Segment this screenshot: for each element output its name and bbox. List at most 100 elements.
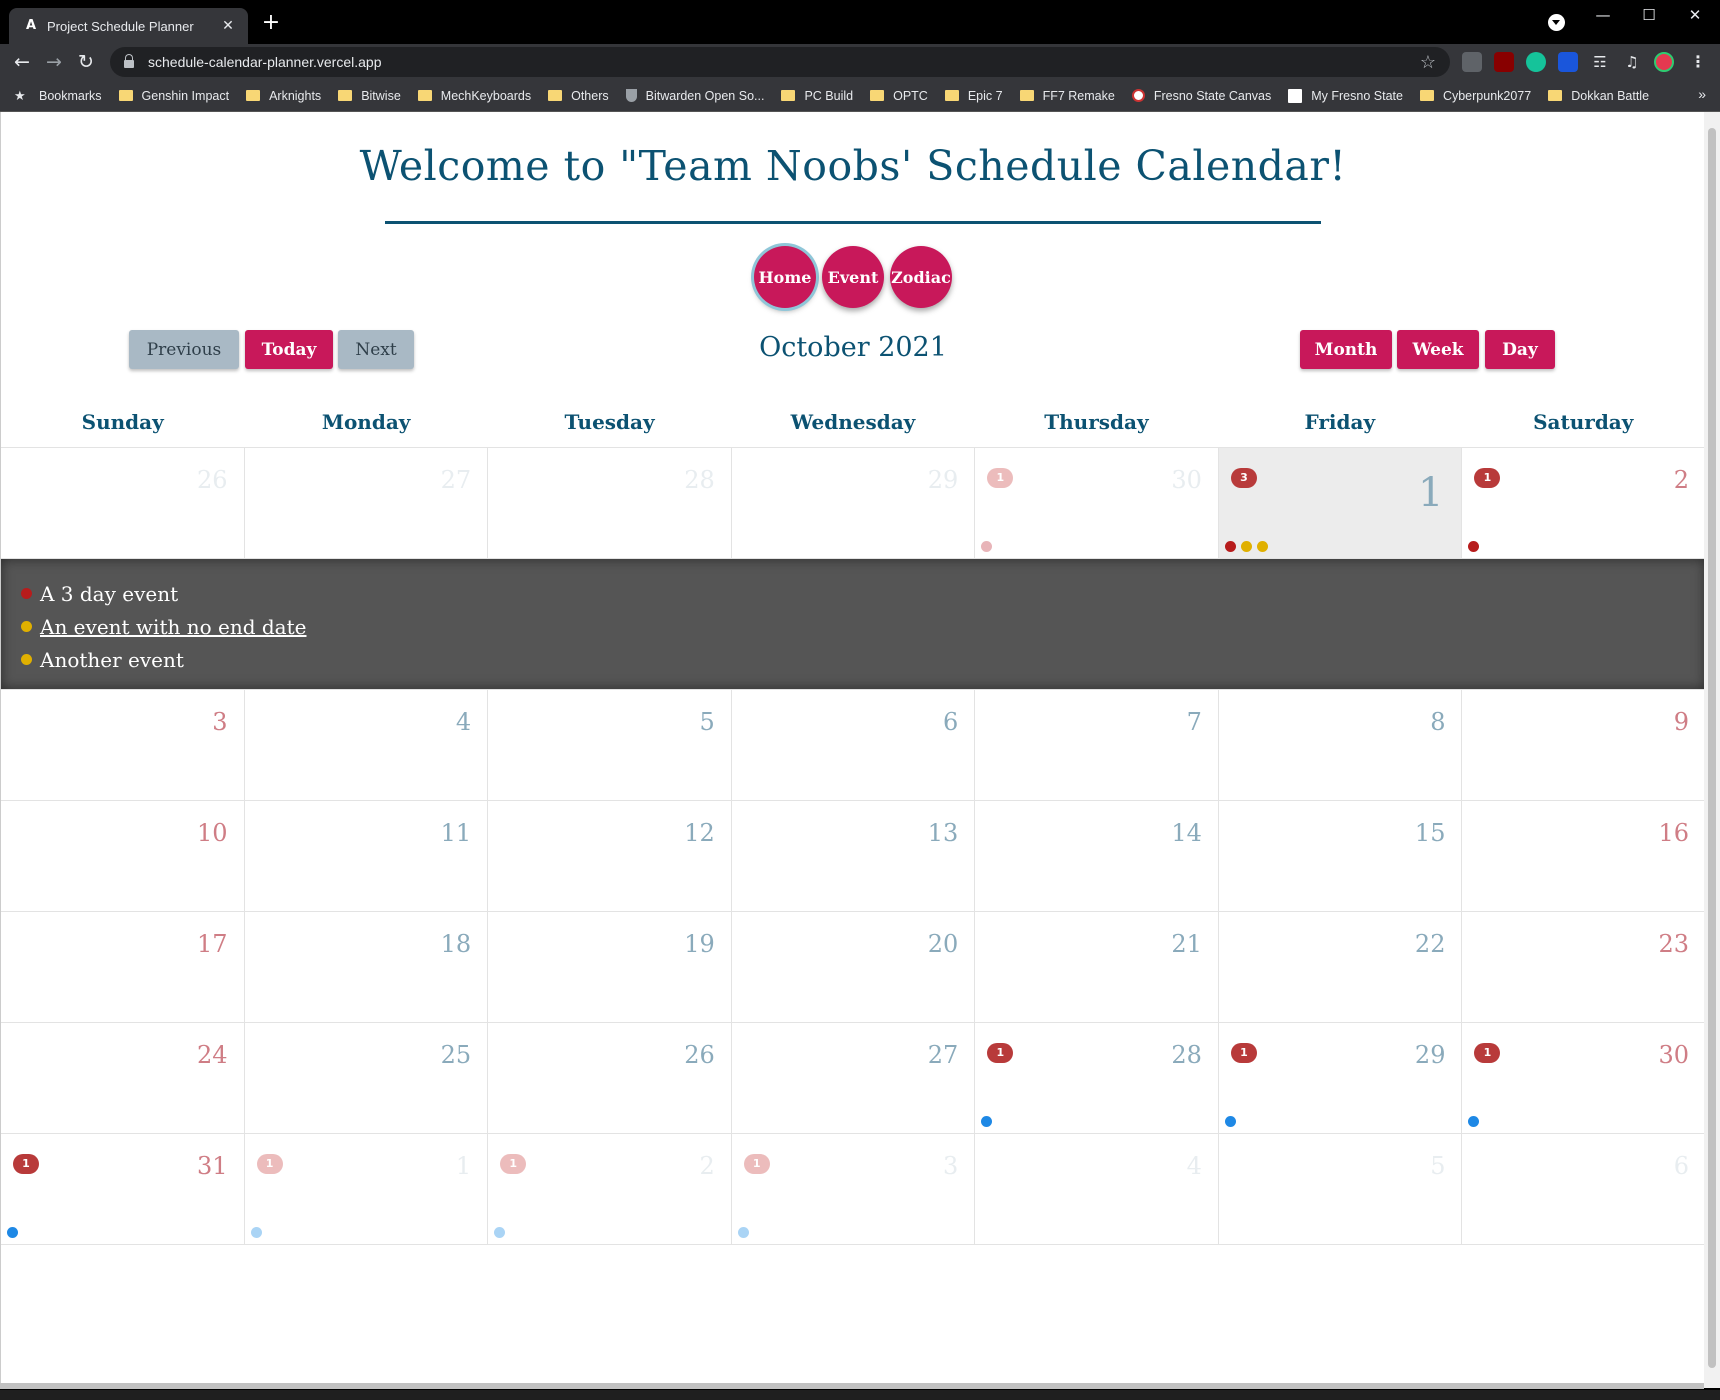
- horizontal-scrollbar[interactable]: [0, 1383, 1704, 1389]
- calendar-day-cell[interactable]: 8: [1219, 690, 1463, 800]
- bookmark-star-icon[interactable]: ☆: [1420, 52, 1436, 73]
- event-title[interactable]: A 3 day event: [40, 582, 178, 606]
- bookmark-item[interactable]: Cyberpunk2077: [1419, 89, 1531, 103]
- extension-icon[interactable]: [1462, 52, 1482, 72]
- back-icon[interactable]: ←: [9, 49, 35, 75]
- scrollbar-thumb[interactable]: [1708, 128, 1716, 1368]
- shield-icon: [625, 89, 637, 102]
- extension-icon[interactable]: [1558, 52, 1578, 72]
- event-item[interactable]: Another event: [21, 643, 1705, 676]
- event-title[interactable]: Another event: [40, 648, 184, 672]
- calendar-day-cell[interactable]: 27: [245, 448, 489, 558]
- calendar-day-cell[interactable]: 26: [1, 448, 245, 558]
- calendar-day-cell[interactable]: 19: [488, 912, 732, 1022]
- bookmark-item[interactable]: ★ Bookmarks: [14, 88, 102, 104]
- calendar-day-cell[interactable]: 31 1: [1, 1134, 245, 1244]
- calendar-day-cell[interactable]: 13: [732, 801, 976, 911]
- calendar-day-cell[interactable]: 9: [1462, 690, 1705, 800]
- calendar-day-cell[interactable]: 6: [1462, 1134, 1705, 1244]
- more-bookmarks-icon[interactable]: »: [1698, 86, 1706, 102]
- calendar-day-cell[interactable]: 23: [1462, 912, 1705, 1022]
- month-view-button[interactable]: Month: [1300, 330, 1392, 369]
- nav-zodiac-button[interactable]: Zodiac: [890, 246, 952, 308]
- menu-kebab-icon[interactable]: ⋮: [1688, 52, 1708, 72]
- calendar-day-cell[interactable]: 26: [488, 1023, 732, 1133]
- calendar-day-cell[interactable]: 7: [975, 690, 1219, 800]
- event-count-badge: 1: [1474, 468, 1501, 488]
- calendar-day-cell[interactable]: 31: [732, 1134, 976, 1244]
- calendar-day-cell[interactable]: 12: [488, 801, 732, 911]
- bookmark-item[interactable]: Genshin Impact: [118, 89, 229, 103]
- event-count-badge: 1: [500, 1154, 527, 1174]
- calendar-day-cell[interactable]: 22: [1219, 912, 1463, 1022]
- puzzle-extensions-icon[interactable]: ☶: [1590, 52, 1610, 72]
- bookmark-item[interactable]: OPTC: [870, 89, 928, 103]
- bookmark-item[interactable]: Bitwarden Open So...: [625, 89, 764, 103]
- event-item[interactable]: A 3 day event: [21, 577, 1705, 610]
- calendar-day-cell[interactable]: 28: [488, 448, 732, 558]
- day-number: 13: [927, 819, 959, 847]
- ublock-icon[interactable]: [1494, 52, 1514, 72]
- calendar-day-cell[interactable]: 30 1: [1462, 1023, 1705, 1133]
- calendar-day-cell[interactable]: 27: [732, 1023, 976, 1133]
- calendar-day-cell[interactable]: 24: [1, 1023, 245, 1133]
- bookmark-item[interactable]: Fresno State Canvas: [1131, 89, 1271, 103]
- new-tab-button[interactable]: +: [259, 12, 283, 36]
- calendar-day-cell[interactable]: 29 1: [1219, 1023, 1463, 1133]
- calendar-day-cell[interactable]: 3: [1, 690, 245, 800]
- bookmark-item[interactable]: Bitwise: [338, 89, 401, 103]
- calendar-day-cell[interactable]: 25: [245, 1023, 489, 1133]
- calendar-day-cell[interactable]: 15: [1219, 801, 1463, 911]
- bookmark-item[interactable]: FF7 Remake: [1019, 89, 1115, 103]
- nav-event-button[interactable]: Event: [822, 246, 884, 308]
- event-link[interactable]: An event with no end date: [40, 615, 306, 639]
- calendar-day-cell[interactable]: 14: [975, 801, 1219, 911]
- calendar-day-cell[interactable]: 21: [488, 1134, 732, 1244]
- calendar-day-cell[interactable]: 18: [245, 912, 489, 1022]
- bookmark-item[interactable]: Dokkan Battle: [1548, 89, 1649, 103]
- calendar-day-cell[interactable]: 11: [245, 801, 489, 911]
- calendar-week-row: 26 27 28 29 30 1 1 3 2 1: [1, 447, 1705, 558]
- calendar-day-cell[interactable]: 10: [1, 801, 245, 911]
- calendar-day-cell[interactable]: 6: [732, 690, 976, 800]
- bookmark-item[interactable]: MechKeyboards: [417, 89, 531, 103]
- reload-icon[interactable]: ↻: [73, 49, 99, 75]
- calendar-day-cell[interactable]: 28 1: [975, 1023, 1219, 1133]
- calendar-day-cell[interactable]: 5: [488, 690, 732, 800]
- close-tab-icon[interactable]: ✕: [218, 18, 238, 34]
- address-bar[interactable]: schedule-calendar-planner.vercel.app ☆: [110, 47, 1450, 77]
- browser-tab[interactable]: A Project Schedule Planner ✕: [9, 8, 248, 44]
- calendar-day-cell[interactable]: 4: [245, 690, 489, 800]
- bookmark-item[interactable]: Arknights: [246, 89, 321, 103]
- calendar-day-cell[interactable]: 17: [1, 912, 245, 1022]
- calendar-day-cell[interactable]: 30 1: [975, 448, 1219, 558]
- calendar-day-cell[interactable]: 21: [975, 912, 1219, 1022]
- calendar-day-cell[interactable]: 16: [1462, 801, 1705, 911]
- vertical-scrollbar[interactable]: [1704, 112, 1720, 1388]
- calendar-day-cell[interactable]: 20: [732, 912, 976, 1022]
- maximize-icon[interactable]: ☐: [1634, 6, 1664, 24]
- bookmark-item[interactable]: Epic 7: [944, 89, 1003, 103]
- nav-home-button[interactable]: Home: [754, 246, 816, 308]
- calendar-day-cell[interactable]: 21: [1462, 448, 1705, 558]
- calendar-day-cell[interactable]: 29: [732, 448, 976, 558]
- folder-icon: [944, 90, 959, 101]
- media-controls-icon[interactable]: ♫: [1622, 52, 1642, 72]
- week-view-button[interactable]: Week: [1397, 330, 1479, 369]
- bookmark-item[interactable]: Others: [548, 89, 609, 103]
- calendar-day-cell[interactable]: 4: [975, 1134, 1219, 1244]
- calendar-day-cell[interactable]: 13: [1218, 448, 1463, 558]
- bookmark-item[interactable]: My Fresno State: [1288, 88, 1403, 103]
- profile-avatar-icon[interactable]: [1654, 52, 1674, 72]
- forward-icon[interactable]: →: [41, 49, 67, 75]
- event-item[interactable]: An event with no end date: [21, 610, 1705, 643]
- day-view-button[interactable]: Day: [1485, 330, 1555, 369]
- tab-search-icon[interactable]: [1548, 14, 1565, 31]
- minimize-icon[interactable]: —: [1588, 6, 1618, 24]
- close-window-icon[interactable]: ✕: [1680, 6, 1710, 24]
- calendar-day-cell[interactable]: 5: [1219, 1134, 1463, 1244]
- grammarly-icon[interactable]: [1526, 52, 1546, 72]
- event-dots: [1468, 541, 1484, 552]
- calendar-day-cell[interactable]: 11: [245, 1134, 489, 1244]
- bookmark-item[interactable]: PC Build: [781, 89, 853, 103]
